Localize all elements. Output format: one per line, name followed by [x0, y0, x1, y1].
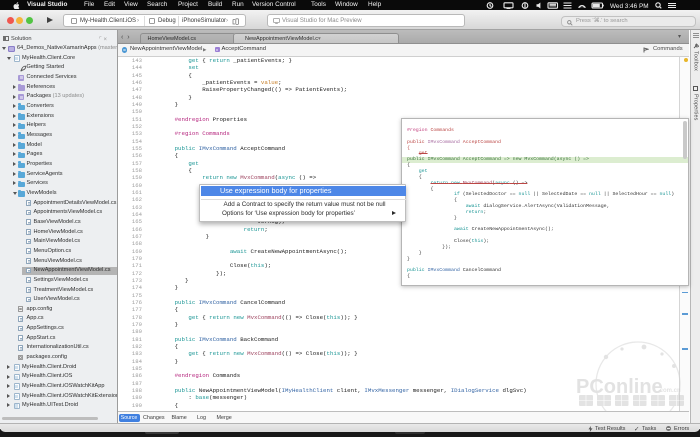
- svg-text:Wed 3:46 PM: Wed 3:46 PM: [610, 3, 649, 9]
